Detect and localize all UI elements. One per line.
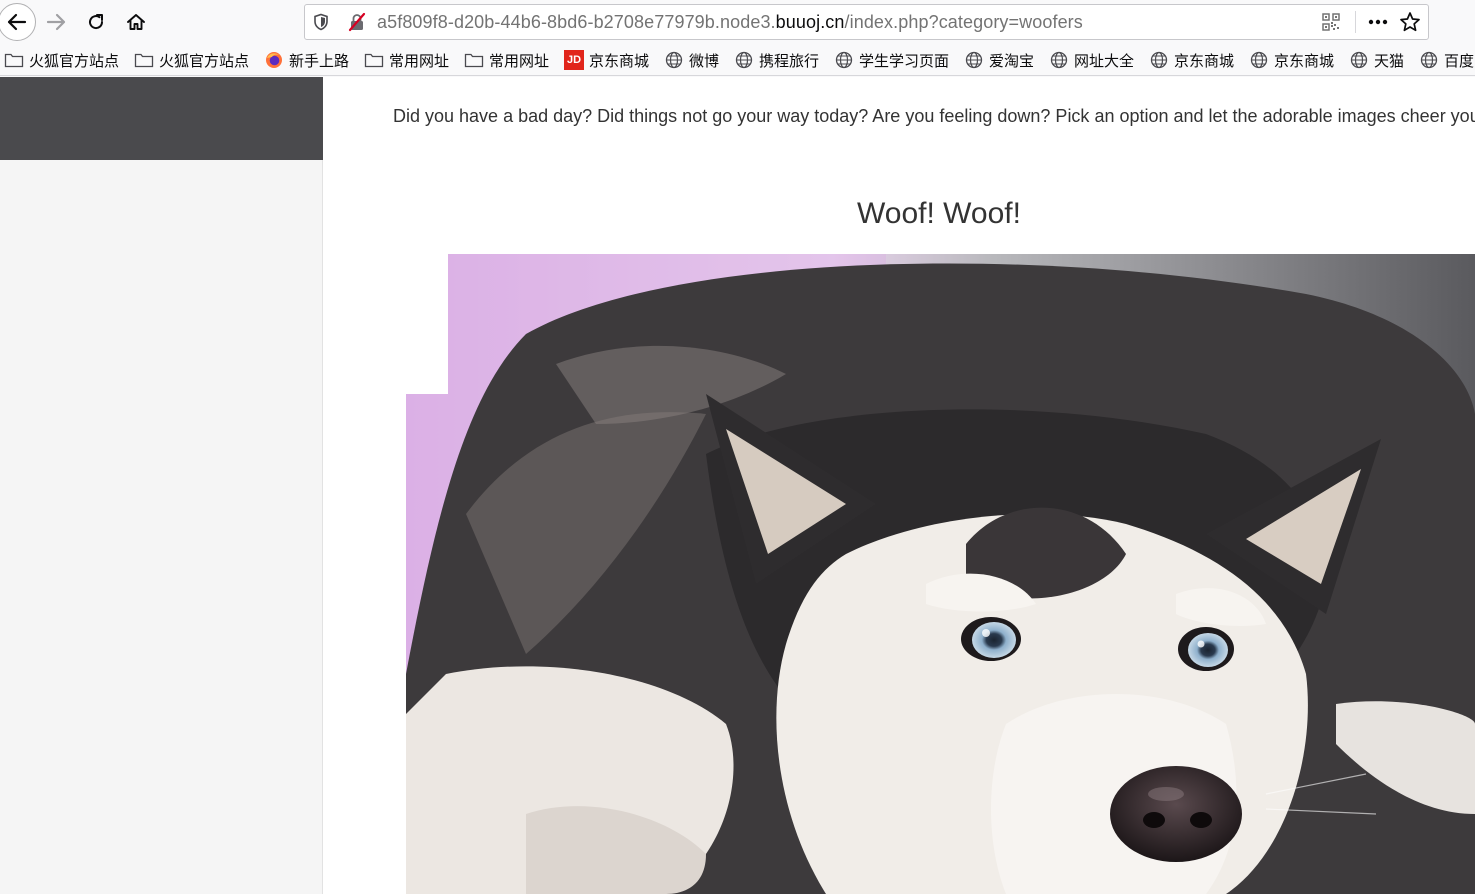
globe-icon [834,50,854,70]
url-domain: buuoj.cn [775,12,845,32]
bookmark-label: 微博 [689,52,720,70]
back-icon [7,13,27,31]
url-prefix: a5f809f8-d20b-44b6-8bd6-b2708e77979b.nod… [377,12,776,32]
bookmark-item[interactable]: 百度 [1419,49,1474,71]
bookmark-item[interactable]: JD 京东商城 [564,49,649,71]
bookmark-item[interactable]: 火狐官方站点 [134,49,249,71]
folder-icon [4,50,24,70]
bookmark-label: 京东商城 [589,52,650,70]
url-bar-divider [1355,11,1356,33]
shield-icon[interactable] [313,13,329,35]
globe-icon [664,50,684,70]
bookmark-item[interactable]: 新手上路 [264,49,349,71]
folder-icon [134,50,154,70]
bookmark-label: 火狐官方站点 [159,52,250,70]
sidebar-header [0,77,323,160]
bookmark-item[interactable]: 火狐官方站点 [4,49,119,71]
globe-icon [964,50,984,70]
url-text[interactable]: a5f809f8-d20b-44b6-8bd6-b2708e77979b.nod… [377,12,1083,33]
husky-photo [406,254,1475,894]
globe-icon [1149,50,1169,70]
bookmark-item[interactable]: 携程旅行 [734,49,819,71]
folder-icon [464,50,484,70]
bookmark-label: 学生学习页面 [859,52,950,70]
bookmark-item[interactable]: 网址大全 [1049,49,1134,71]
url-path: /index.php?category=woofers [844,12,1083,32]
bookmark-item[interactable]: 京东商城 [1249,49,1334,71]
insecure-lock-icon[interactable] [347,12,367,36]
reload-icon [86,12,106,32]
intro-text: Did you have a bad day? Did things not g… [393,106,1475,126]
home-button[interactable] [118,4,154,40]
bookmark-label: 常用网址 [389,52,450,70]
bookmark-label: 常用网址 [489,52,550,70]
globe-icon [734,50,754,70]
bookmark-label: 新手上路 [289,52,350,70]
bookmark-label: 爱淘宝 [989,52,1035,70]
star-icon[interactable] [1399,11,1421,37]
back-button[interactable] [0,3,36,41]
globe-icon [1249,50,1269,70]
home-icon [126,12,146,32]
bookmark-item[interactable]: 天猫 [1349,49,1404,71]
folder-icon [364,50,384,70]
browser-toolbar: a5f809f8-d20b-44b6-8bd6-b2708e77979b.nod… [0,0,1475,44]
bookmark-item[interactable]: 学生学习页面 [834,49,949,71]
bookmark-label: 京东商城 [1174,52,1235,70]
bookmark-label: 百度 [1444,52,1475,70]
reload-button[interactable] [78,4,114,40]
forward-icon [46,13,66,31]
bookmark-label: 京东商城 [1274,52,1335,70]
bookmark-label: 携程旅行 [759,52,820,70]
globe-icon [1049,50,1069,70]
qr-code-icon[interactable] [1322,13,1340,35]
url-bar[interactable]: a5f809f8-d20b-44b6-8bd6-b2708e77979b.nod… [304,4,1429,40]
web-page: Did you have a bad day? Did things not g… [0,77,1475,894]
globe-icon [1349,50,1369,70]
firefox-icon [264,50,284,70]
bookmark-label: 天猫 [1374,52,1405,70]
husky-illustration [406,254,1475,894]
bookmark-item[interactable]: 常用网址 [364,49,449,71]
bookmark-item[interactable]: 京东商城 [1149,49,1234,71]
bookmarks-toolbar: 火狐官方站点 火狐官方站点 新手上路 常用网址 常用网址 JD 京东商城 微博 … [0,44,1475,76]
sidebar [0,77,323,894]
page-heading: Woof! Woof! [857,197,1021,230]
bookmark-item[interactable]: 爱淘宝 [964,49,1034,71]
bookmark-item[interactable]: 常用网址 [464,49,549,71]
more-icon[interactable] [1367,13,1389,35]
bookmark-item[interactable]: 微博 [664,49,719,71]
globe-icon [1419,50,1439,70]
jd-icon: JD [564,50,584,70]
forward-button[interactable] [38,4,74,40]
bookmark-label: 火狐官方站点 [29,52,120,70]
bookmark-label: 网址大全 [1074,52,1135,70]
